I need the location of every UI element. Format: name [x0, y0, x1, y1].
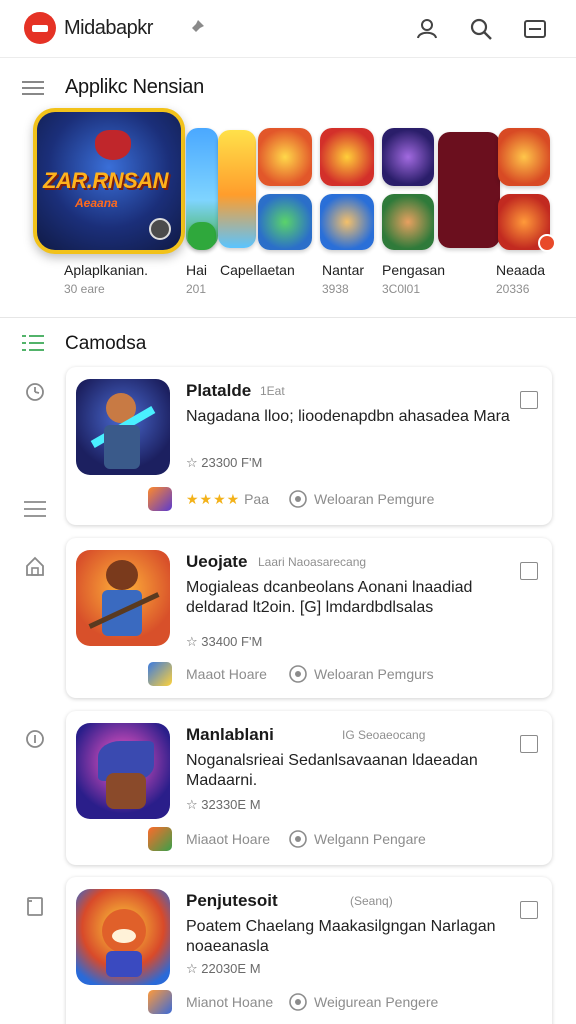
app-meta: ☆ 33400 F'M — [186, 634, 263, 649]
app-tag: (Seanq) — [350, 894, 393, 908]
featured-label-2[interactable]: Hai — [186, 262, 207, 278]
app-thumbnail[interactable] — [76, 379, 170, 475]
mini-app-icon — [148, 662, 172, 686]
featured-tile-4[interactable] — [258, 194, 312, 250]
featured-tile-1-icon — [188, 222, 216, 250]
app-footer: Maaot Hoare Weloaran Pemgurs — [148, 662, 548, 688]
app-description: Nagadana lloo; lioodenapdbn ahasadea Mar… — [186, 408, 510, 425]
app-logo-icon[interactable] — [24, 12, 56, 44]
footer-left-text: Mianot Hoane — [186, 994, 274, 1010]
featured-label-5[interactable]: Pengasan — [382, 262, 445, 278]
clock-icon[interactable] — [24, 381, 46, 403]
eye-icon — [289, 830, 307, 848]
select-checkbox[interactable] — [520, 735, 538, 753]
mini-app-icon — [148, 827, 172, 851]
app-footer: Mianot Hoane Weigurean Pengere — [148, 990, 548, 1016]
hero-badge-icon — [149, 218, 171, 240]
footer-right-text[interactable]: Weigurean Pengere — [314, 994, 438, 1010]
footer-left-text: Miaaot Hoare — [186, 831, 271, 847]
app-tag: 1Eat — [260, 384, 285, 398]
mini-app-icon — [148, 487, 172, 511]
app-description: Poatem Chaelang Maakasilgngan Narlagan n… — [186, 918, 496, 955]
eye-icon — [289, 993, 307, 1011]
app-card[interactable]: Penjutesoit (Seanq) Poatem Chaelang Maak… — [66, 877, 552, 1024]
featured-sub-5: 3C0l01 — [382, 282, 421, 296]
mini-app-icon — [148, 990, 172, 1014]
info-icon[interactable] — [24, 728, 46, 750]
app-tag: IG Seoaeocang — [342, 728, 426, 742]
app-title[interactable]: Platalde — [186, 381, 251, 401]
featured-sub-1: 30 eare — [64, 282, 105, 296]
app-meta: ☆ 22030E M — [186, 961, 261, 976]
footer-right-text[interactable]: Welgann Pengare — [314, 831, 426, 847]
app-description: Noganalsrieai Sedanlsavaanan ldaeadan Ma… — [186, 752, 478, 789]
app-title[interactable]: Penjutesoit — [186, 891, 278, 911]
select-checkbox[interactable] — [520, 901, 538, 919]
featured-tile-10[interactable] — [498, 128, 550, 186]
featured-tile-8[interactable] — [382, 194, 434, 250]
footer-left-text: Maaot Hoare — [186, 666, 267, 682]
app-footer: ★★★★ Paa Weloaran Pemgure — [148, 487, 548, 513]
featured-tile-7[interactable] — [382, 128, 434, 186]
app-thumbnail[interactable] — [76, 550, 170, 646]
select-checkbox[interactable] — [520, 391, 538, 409]
hero-artwork: ZAR.RNSAN Aeaana — [37, 112, 181, 250]
search-icon[interactable] — [468, 16, 494, 42]
app-meta: ☆ 32330E M — [186, 797, 261, 812]
rating-row: ★★★★ Paa — [186, 491, 269, 508]
featured-sub-4: 3938 — [322, 282, 349, 296]
app-tag: Laari Naoasarecang — [258, 555, 367, 569]
app-title[interactable]: Manlablani — [186, 725, 274, 745]
footer-left-text: Paa — [244, 491, 270, 507]
more-icon[interactable] — [522, 16, 548, 42]
account-icon[interactable] — [414, 16, 440, 42]
featured-label-1[interactable]: Aplaplkanian. — [64, 262, 148, 278]
featured-tile-9[interactable] — [438, 132, 500, 248]
featured-hero-tile[interactable]: ZAR.RNSAN Aeaana — [33, 108, 185, 254]
footer-right-text[interactable]: Weloaran Pemgurs — [314, 666, 434, 682]
featured-label-6[interactable]: Neaada — [496, 262, 545, 278]
featured-label-4[interactable]: Nantar — [322, 262, 364, 278]
category-title: Camodsa — [65, 333, 147, 354]
featured-label-3[interactable]: Capellaetan — [220, 262, 295, 278]
app-card[interactable]: Ueojate Laari Naoasarecang Mogialeas dca… — [66, 538, 552, 698]
featured-tile-2[interactable] — [218, 130, 256, 248]
footer-right-text[interactable]: Weloaran Pemgure — [314, 491, 434, 507]
eye-icon — [289, 665, 307, 683]
featured-sub-2: 201 — [186, 282, 207, 296]
list-icon[interactable] — [22, 334, 44, 352]
app-title[interactable]: Ueojate — [186, 552, 247, 572]
hero-subtext: Aeaana — [75, 196, 118, 210]
featured-title: Applikc Nensian — [65, 76, 204, 98]
bookmark-icon[interactable] — [24, 895, 46, 917]
app-description: Mogialeas dcanbeolans Aonani lnaadiad de… — [186, 579, 473, 616]
featured-sub-6: 20336 — [496, 282, 530, 296]
featured-badge-icon — [538, 234, 556, 252]
app-footer: Miaaot Hoare Welgann Pengare — [148, 827, 548, 853]
app-meta: ☆ 23300 F'M — [186, 455, 263, 470]
top-bar: Midabapkr — [0, 0, 576, 58]
star-rating: ★★★★ — [186, 491, 241, 507]
app-card[interactable]: Platalde 1Eat Nagadana lloo; lioodenapdb… — [66, 367, 552, 525]
home-icon[interactable] — [24, 555, 46, 577]
pin-icon[interactable] — [186, 18, 206, 38]
hero-text: ZAR.RNSAN — [43, 168, 169, 193]
featured-tile-3[interactable] — [258, 128, 312, 186]
hero-character — [95, 130, 131, 160]
app-card[interactable]: Manlablani IG Seoaeocang Noganalsrieai S… — [66, 711, 552, 865]
featured-tile-5[interactable] — [320, 128, 374, 186]
select-checkbox[interactable] — [520, 562, 538, 580]
app-brand: Midabapkr — [64, 17, 153, 39]
app-thumbnail[interactable] — [76, 889, 170, 985]
eye-icon — [289, 490, 307, 508]
menu-icon[interactable] — [22, 80, 44, 96]
list-menu-icon[interactable] — [24, 498, 46, 520]
app-thumbnail[interactable] — [76, 723, 170, 819]
featured-tile-6[interactable] — [320, 194, 374, 250]
